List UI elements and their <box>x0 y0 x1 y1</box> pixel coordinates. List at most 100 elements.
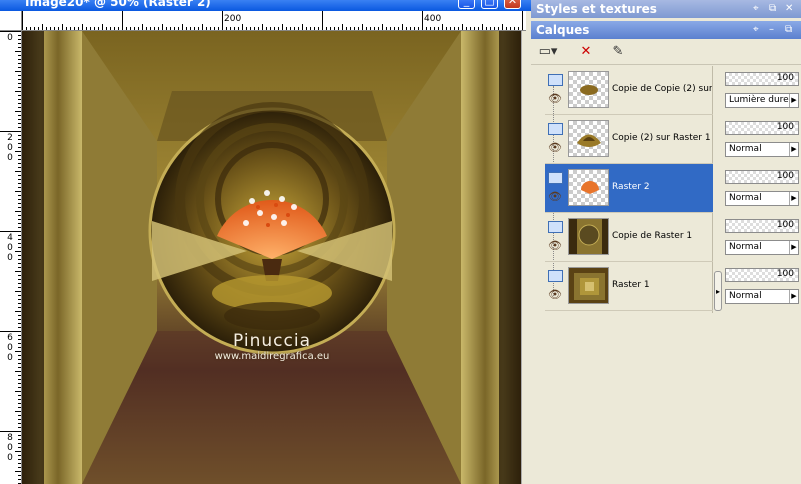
document-titlebar[interactable]: Image20* @ 50% (Raster 2) _ □ ✕ <box>0 0 531 11</box>
layer-type-icon[interactable] <box>548 270 563 282</box>
ruler-tick <box>18 343 21 344</box>
layer-row[interactable]: 👁 Copie (2) sur Raster 1 <box>545 115 713 164</box>
vertical-scrollbar[interactable] <box>521 31 531 484</box>
layer-name: Copie (2) sur Raster 1 <box>612 133 711 143</box>
edit-icon[interactable]: ✎ <box>607 42 629 62</box>
eye-icon[interactable]: 👁 <box>548 141 562 154</box>
ruler-tick <box>18 415 21 416</box>
eye-icon[interactable]: 👁 <box>548 92 562 105</box>
ruler-tick <box>374 27 375 30</box>
ruler-tick <box>15 191 21 192</box>
ruler-tick <box>234 27 235 30</box>
layers-palette-header[interactable]: Calques ⌖ – ⧉ <box>531 21 801 39</box>
dropdown-arrow-icon[interactable]: ▶ <box>789 143 798 156</box>
ruler-tick <box>18 55 21 56</box>
dropdown-arrow-icon[interactable]: ▶ <box>789 192 798 205</box>
layer-type-icon[interactable] <box>548 172 563 184</box>
dropdown-arrow-icon[interactable]: ▶ <box>789 290 798 303</box>
restore-icon[interactable]: ⧉ <box>769 0 776 18</box>
ruler-tick <box>270 27 271 30</box>
eye-icon[interactable]: 👁 <box>548 239 562 252</box>
opacity-slider[interactable]: 100 <box>725 170 799 184</box>
ruler-tick <box>18 283 21 284</box>
eye-icon[interactable]: 👁 <box>548 288 562 301</box>
layer-type-icon[interactable] <box>548 221 563 233</box>
ruler-tick <box>282 24 283 30</box>
image-canvas[interactable]: Pinuccia www.maidiregrafica.eu <box>22 31 521 484</box>
styles-palette-header[interactable]: Styles et textures ⌖ ⧉ ✕ <box>531 0 801 18</box>
close-icon[interactable]: ✕ <box>785 0 793 18</box>
ruler-tick <box>222 11 223 30</box>
eye-icon[interactable]: 👁 <box>548 190 562 203</box>
layer-row[interactable]: 👁 Copie de Copie (2) sur Raster 1 <box>545 66 713 115</box>
blend-mode-select[interactable]: Lumière dure ▶ <box>725 93 799 108</box>
ruler-tick <box>230 27 231 30</box>
ruler-tick <box>18 43 21 44</box>
maximize-button[interactable]: □ <box>481 0 498 9</box>
ruler-tick <box>18 119 21 120</box>
ruler-tick <box>474 27 475 30</box>
ruler-tick <box>122 11 123 30</box>
ruler-tick <box>15 151 21 152</box>
watermark-name: Pinuccia <box>233 331 311 351</box>
ruler-tick <box>174 27 175 30</box>
ruler-tick <box>18 35 21 36</box>
opacity-slider[interactable]: 100 <box>725 72 799 86</box>
minimize-button[interactable]: _ <box>458 0 475 9</box>
layer-type-icon[interactable] <box>548 74 563 86</box>
ruler-tick <box>470 27 471 30</box>
opacity-slider[interactable]: 100 <box>725 268 799 282</box>
ruler-tick <box>18 303 21 304</box>
opacity-slider[interactable]: 100 <box>725 121 799 135</box>
ruler-tick <box>15 351 21 352</box>
pin-icon[interactable]: ⌖ <box>753 0 759 18</box>
ruler-tick <box>146 27 147 30</box>
layer-row[interactable]: 👁 Raster 2 <box>545 164 713 213</box>
ruler-tick <box>70 27 71 30</box>
opacity-value: 100 <box>776 171 794 181</box>
ruler-tick <box>18 95 21 96</box>
close-button[interactable]: ✕ <box>504 0 521 9</box>
ruler-tick <box>402 24 403 30</box>
ruler-tick <box>134 27 135 30</box>
blend-mode-select[interactable]: Normal ▶ <box>725 240 799 255</box>
ruler-tick <box>478 27 479 30</box>
layer-row[interactable]: 👁 Raster 1 <box>545 262 713 311</box>
layer-type-icon[interactable] <box>548 123 563 135</box>
ruler-tick <box>138 27 139 30</box>
ruler-tick <box>0 131 21 132</box>
dropdown-arrow-icon[interactable]: ▶ <box>789 94 798 107</box>
layer-thumbnail <box>568 267 609 304</box>
ruler-tick <box>18 143 21 144</box>
dropdown-arrow-icon[interactable]: ▶ <box>789 241 798 254</box>
ruler-tick <box>490 27 491 30</box>
pin-icon[interactable]: ⌖ <box>753 21 759 39</box>
ruler-tick <box>170 27 171 30</box>
ruler-tick <box>314 27 315 30</box>
panel-splitter[interactable]: ▸ <box>714 271 722 311</box>
ruler-tick <box>18 299 21 300</box>
new-layer-icon[interactable]: ▭▾ <box>537 42 559 62</box>
blend-mode-select[interactable]: Normal ▶ <box>725 142 799 157</box>
ruler-tick <box>18 419 21 420</box>
ruler-tick <box>178 27 179 30</box>
blend-mode-select[interactable]: Normal ▶ <box>725 191 799 206</box>
ruler-tick <box>18 315 21 316</box>
blend-mode-select[interactable]: Normal ▶ <box>725 289 799 304</box>
ruler-top: 200 400 <box>22 11 526 31</box>
restore-icon[interactable]: ⧉ <box>785 21 792 39</box>
ruler-tick <box>110 27 111 30</box>
ruler-tick <box>18 479 21 480</box>
ruler-tick <box>18 319 21 320</box>
ruler-tick <box>38 27 39 30</box>
delete-layer-icon[interactable]: ✕ <box>575 42 597 62</box>
ruler-tick <box>0 331 21 332</box>
ruler-tick <box>18 455 21 456</box>
opacity-slider[interactable]: 100 <box>725 219 799 233</box>
document-title: Image20* @ 50% (Raster 2) <box>25 0 211 9</box>
layer-row[interactable]: 👁 Copie de Raster 1 <box>545 213 713 262</box>
ruler-tick <box>18 147 21 148</box>
ruler-tick <box>18 155 21 156</box>
layer-thumbnail <box>568 169 609 206</box>
minimize-icon[interactable]: – <box>769 21 774 39</box>
